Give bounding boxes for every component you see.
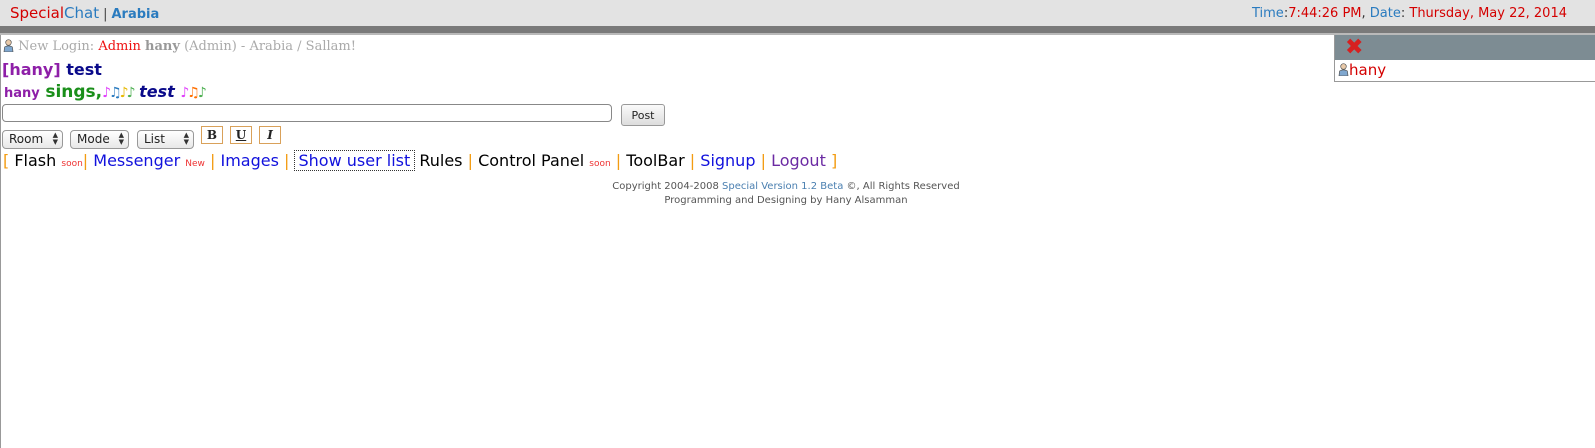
login-name: hany (145, 39, 180, 54)
list-select-label: List (144, 132, 165, 146)
action-verb: sings, (45, 82, 103, 102)
footer-copyright: Copyright 2004-2008 Special Version 1.2 … (0, 181, 1572, 192)
chat-message: [hany] test (2, 60, 102, 79)
footer-credit: Programming and Designing by Hany Alsamm… (664, 195, 908, 206)
user-list-panel: ✖ hany (1334, 35, 1595, 82)
product-link[interactable]: Special Version 1.2 Beta (722, 181, 843, 192)
logout-link[interactable]: Logout (771, 151, 826, 170)
rules-link[interactable]: Rules (419, 151, 462, 170)
brand: SpecialChat | Arabia (10, 4, 159, 22)
brand-special-text: Special (10, 4, 65, 22)
login-role: Admin (98, 39, 141, 54)
control-panel-badge: soon (589, 159, 611, 169)
login-suffix: - Arabia / Sallam! (240, 39, 356, 54)
message-nick: [hany] (2, 60, 61, 79)
user-list-item[interactable]: hany (1335, 60, 1595, 81)
music-notes-icon: ♪♫♪ (180, 85, 206, 101)
clock: Time:7:44:26 PM, Date: Thursday, May 22,… (1251, 6, 1567, 21)
mode-select-label: Mode (77, 132, 110, 146)
date-value: Thursday, May 22, 2014 (1409, 6, 1567, 21)
action-text: test (139, 82, 175, 101)
user-list-header: ✖ (1335, 35, 1595, 60)
room-name: Arabia (111, 7, 160, 22)
time-value: 7:44:26 PM (1288, 6, 1362, 21)
room-select[interactable]: Room ▲ ▼ (2, 130, 63, 149)
close-icon[interactable]: ✖ (1345, 35, 1363, 60)
left-border (0, 35, 1, 448)
select-arrows-icon: ▲ ▼ (118, 131, 124, 146)
toolbar-link[interactable]: ToolBar (626, 151, 684, 170)
brand-separator: | (103, 7, 108, 22)
header-divider (0, 26, 1595, 33)
select-arrows-icon: ▲ ▼ (52, 131, 58, 146)
date-label: Date (1369, 6, 1401, 21)
login-prefix: New Login: (18, 39, 95, 54)
control-panel-link[interactable]: Control Panel (478, 151, 584, 170)
user-icon (1338, 61, 1349, 77)
links-bar: [ Flash soon| Messenger New | Images | S… (3, 150, 838, 171)
brand-chat-text: Chat (64, 4, 100, 22)
login-message: New Login: Admin hany (Admin) - Arabia /… (3, 39, 356, 54)
messenger-link[interactable]: Messenger (93, 151, 180, 170)
underline-button[interactable]: U (230, 126, 252, 144)
post-button[interactable]: Post (621, 104, 665, 126)
top-bar: SpecialChat | Arabia Time:7:44:26 PM, Date… (0, 0, 1595, 26)
user-icon (3, 39, 14, 53)
bold-button[interactable]: B (201, 126, 223, 144)
italic-button[interactable]: I (259, 126, 281, 144)
flash-badge: soon (61, 159, 83, 169)
message-input[interactable] (2, 104, 612, 122)
room-select-label: Room (9, 132, 44, 146)
action-nick: hany (4, 86, 40, 101)
signup-link[interactable]: Signup (700, 151, 755, 170)
images-link[interactable]: Images (220, 151, 278, 170)
messenger-badge: New (185, 159, 205, 169)
list-select[interactable]: List ▲ ▼ (137, 130, 194, 149)
user-name: hany (1349, 61, 1387, 79)
copyright-suffix: ©, All Rights Reserved (846, 181, 960, 192)
action-message: hany sings,♪♫♪♪ test ♪♫♪ (4, 82, 207, 102)
flash-link[interactable]: Flash (14, 151, 56, 170)
music-notes-icon: ♪♫♪♪ (102, 85, 135, 101)
select-arrows-icon: ▲ ▼ (183, 131, 189, 146)
login-role-paren: (Admin) (184, 39, 237, 54)
mode-select[interactable]: Mode ▲ ▼ (70, 130, 129, 149)
message-text: test (66, 60, 102, 79)
copyright-prefix: Copyright 2004-2008 (612, 181, 719, 192)
time-label: Time (1251, 6, 1284, 21)
show-user-list-link[interactable]: Show user list (293, 150, 416, 171)
